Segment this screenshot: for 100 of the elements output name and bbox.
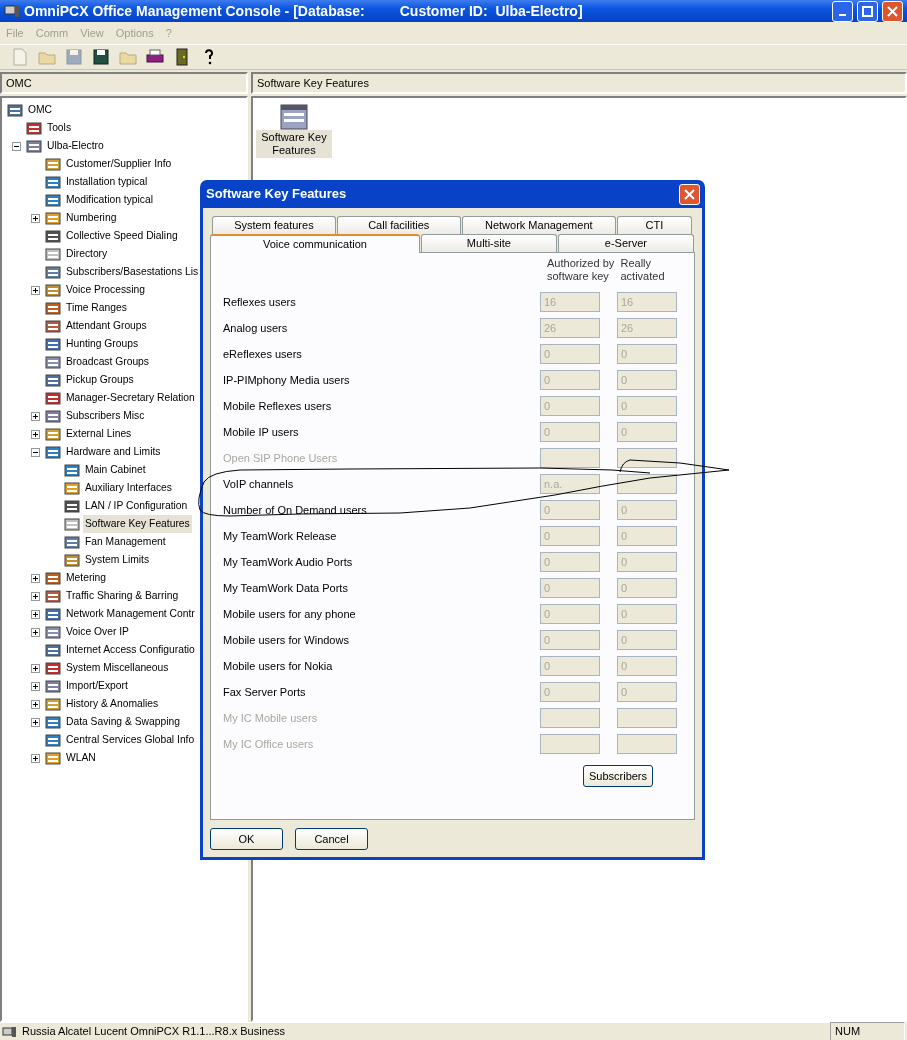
tree-node-icon bbox=[45, 426, 61, 442]
close-button[interactable] bbox=[882, 0, 903, 22]
field-label: Fax Server Ports bbox=[222, 684, 307, 700]
tree-item[interactable]: Subscribers Misc bbox=[64, 407, 147, 425]
tree-node-icon bbox=[45, 336, 61, 352]
tree-item[interactable]: Central Services Global Info bbox=[64, 731, 197, 749]
status-text: Russia Alcatel Lucent OmniPCX R1.1...R8.x Business bbox=[22, 1024, 286, 1040]
close-button[interactable] bbox=[679, 183, 700, 205]
input-field[interactable] bbox=[540, 734, 600, 754]
input-field[interactable] bbox=[617, 734, 677, 754]
tree-item[interactable]: Modification typical bbox=[64, 191, 155, 209]
tree-item[interactable]: Attendant Groups bbox=[64, 317, 149, 335]
tree-item[interactable]: External Lines bbox=[64, 425, 134, 443]
tree-item[interactable]: Ulba-Electro bbox=[45, 137, 106, 155]
tree-node-icon bbox=[45, 570, 61, 586]
input-field[interactable] bbox=[540, 708, 600, 728]
close-icon bbox=[887, 5, 898, 17]
tree-item[interactable]: Manager-Secretary Relation bbox=[64, 389, 197, 407]
expand-toggle[interactable] bbox=[31, 699, 40, 709]
save-icon bbox=[64, 47, 84, 67]
expand-toggle[interactable] bbox=[31, 213, 40, 223]
tree-item[interactable]: WLAN bbox=[64, 749, 98, 767]
tree-item[interactable]: OMC bbox=[26, 101, 55, 119]
expand-toggle[interactable] bbox=[31, 717, 40, 727]
app-icon bbox=[4, 4, 20, 18]
column-header: Authorized by software key bbox=[547, 257, 616, 284]
tree-node-icon bbox=[64, 552, 80, 568]
tree-item[interactable]: Fan Management bbox=[83, 533, 168, 551]
item-label[interactable]: Software Key Features bbox=[256, 130, 332, 158]
expand-toggle[interactable] bbox=[31, 627, 40, 637]
tree-item[interactable]: Numbering bbox=[64, 209, 119, 227]
expand-toggle[interactable] bbox=[12, 141, 21, 151]
tree-item[interactable]: Data Saving & Swapping bbox=[64, 713, 182, 731]
tab[interactable]: Network Management bbox=[461, 216, 616, 234]
field-label: VoIP channels bbox=[222, 476, 295, 492]
tree-item[interactable]: Time Ranges bbox=[64, 299, 129, 317]
expand-toggle[interactable] bbox=[31, 285, 40, 295]
tree-node-icon bbox=[45, 246, 61, 262]
tab[interactable]: Voice communication bbox=[210, 234, 420, 253]
dialog-button[interactable]: OK bbox=[210, 828, 283, 850]
expand-toggle[interactable] bbox=[31, 663, 40, 673]
input-field[interactable] bbox=[540, 448, 600, 468]
expand-toggle[interactable] bbox=[31, 609, 40, 619]
tree-item[interactable]: System Limits bbox=[83, 551, 152, 569]
tree-item[interactable]: Network Management Contr bbox=[64, 605, 197, 623]
tree-item[interactable]: Subscribers/Basestations Lis bbox=[64, 263, 201, 281]
expand-toggle[interactable] bbox=[31, 429, 40, 439]
tree-item[interactable]: Customer/Supplier Info bbox=[64, 155, 174, 173]
tree-node-icon bbox=[45, 444, 61, 460]
tree-node-icon bbox=[45, 210, 61, 226]
tree-item[interactable]: Metering bbox=[64, 569, 109, 587]
num-lock-indicator: NUM bbox=[830, 1022, 905, 1040]
expand-toggle[interactable] bbox=[31, 411, 40, 421]
column-header: Really activated bbox=[620, 257, 666, 284]
tab[interactable]: e-Server bbox=[557, 234, 694, 252]
tab[interactable]: Call facilities bbox=[336, 216, 461, 234]
tree-node-icon bbox=[26, 120, 42, 136]
field-label: Mobile Reflexes users bbox=[222, 398, 333, 414]
tree-item[interactable]: Voice Processing bbox=[64, 281, 147, 299]
tree-item[interactable]: Installation typical bbox=[64, 173, 150, 191]
input-field[interactable] bbox=[617, 448, 677, 468]
tree-item[interactable]: Directory bbox=[64, 245, 110, 263]
subscribers-button[interactable]: Subscribers bbox=[583, 765, 653, 787]
tree-item[interactable]: Import/Export bbox=[64, 677, 130, 695]
tree-item[interactable]: Hardware and Limits bbox=[64, 443, 163, 461]
expand-toggle[interactable] bbox=[31, 591, 40, 601]
expand-toggle[interactable] bbox=[31, 447, 40, 457]
expand-toggle[interactable] bbox=[31, 681, 40, 691]
maximize-button[interactable] bbox=[857, 0, 878, 22]
field-label: My TeamWork Release bbox=[222, 528, 338, 544]
tree-item[interactable]: Voice Over IP bbox=[64, 623, 131, 641]
field-label: Number of On Demand users bbox=[222, 502, 368, 518]
tree-item[interactable]: Software Key Features bbox=[83, 515, 192, 533]
tree-item[interactable]: Traffic Sharing & Barring bbox=[64, 587, 181, 605]
input-field[interactable] bbox=[617, 474, 677, 494]
tree-item[interactable]: Hunting Groups bbox=[64, 335, 141, 353]
field-label: My TeamWork Audio Ports bbox=[222, 554, 354, 570]
expand-toggle[interactable] bbox=[31, 753, 40, 763]
tree-item[interactable]: Internet Access Configuratio bbox=[64, 641, 197, 659]
tree-item[interactable]: Pickup Groups bbox=[64, 371, 136, 389]
tree-item[interactable]: Collective Speed Dialing bbox=[64, 227, 180, 245]
toolbar-button[interactable] bbox=[90, 46, 112, 68]
tree-item[interactable]: History & Anomalies bbox=[64, 695, 161, 713]
tree-item[interactable]: Tools bbox=[45, 119, 74, 137]
tree-item[interactable]: Broadcast Groups bbox=[64, 353, 151, 371]
expand-toggle[interactable] bbox=[31, 573, 40, 583]
tree-item[interactable]: LAN / IP Configuration bbox=[83, 497, 190, 515]
tab[interactable]: System features bbox=[212, 216, 336, 234]
tree-node-icon bbox=[45, 282, 61, 298]
tree-item[interactable]: Main Cabinet bbox=[83, 461, 148, 479]
tab[interactable]: Multi-site bbox=[420, 234, 557, 252]
dialog-button[interactable]: Cancel bbox=[295, 828, 368, 850]
tab[interactable]: CTI bbox=[616, 216, 692, 234]
minimize-button[interactable] bbox=[832, 0, 853, 22]
field-label: Mobile users for Nokia bbox=[222, 658, 334, 674]
tree-item[interactable]: Auxiliary Interfaces bbox=[83, 479, 174, 497]
input-field[interactable] bbox=[617, 708, 677, 728]
tree-node-icon bbox=[45, 732, 61, 748]
tree-item[interactable]: System Miscellaneous bbox=[64, 659, 171, 677]
tree-node-icon bbox=[45, 660, 61, 676]
